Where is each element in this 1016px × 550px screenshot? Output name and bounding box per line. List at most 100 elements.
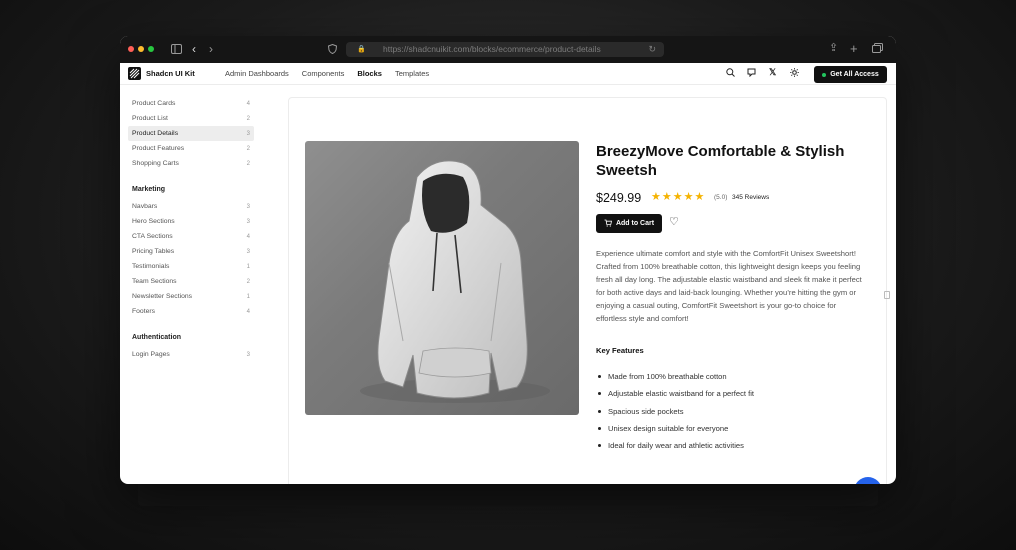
brand-name[interactable]: Shadcn UI Kit	[146, 69, 195, 78]
resize-handle[interactable]	[884, 291, 890, 299]
reload-icon[interactable]: ↻	[648, 42, 656, 57]
list-item: Made from 100% breathable cotton	[596, 368, 754, 385]
star-icon: ★	[651, 191, 661, 203]
hoodie-illustration	[360, 160, 550, 403]
sidebar-item-count: 4	[246, 233, 250, 240]
product-image[interactable]	[305, 141, 579, 415]
sidebar-item-count: 3	[246, 248, 250, 255]
add-to-cart-label: Add to Cart	[615, 220, 655, 227]
sidebar-item-label: Navbars	[132, 203, 158, 210]
reviews-link[interactable]: 345 Reviews	[732, 194, 769, 201]
tabs-overview-icon[interactable]	[872, 43, 883, 56]
blocks-sidebar: Product Cards 4 Product List 2 Product Det…	[128, 96, 254, 362]
sidebar-item-count: 3	[246, 218, 250, 225]
key-features-heading: Key Features	[596, 346, 644, 355]
rating-stars: ★ ★ ★ ★ ★	[651, 192, 704, 203]
list-item: Adjustable elastic waistband for a perfe…	[596, 385, 754, 402]
sidebar-item-count: 1	[246, 263, 250, 270]
sidebar-item-newsletter-sections[interactable]: Newsletter Sections 1	[128, 289, 254, 304]
sidebar-item-testimonials[interactable]: Testimonials 1	[128, 259, 254, 274]
back-icon[interactable]: ‹	[192, 43, 196, 55]
sidebar-item-label: Product Features	[132, 145, 185, 152]
sidebar-item-count: 3	[246, 203, 250, 210]
window-controls	[128, 46, 154, 52]
sidebar-item-hero-sections[interactable]: Hero Sections 3	[128, 214, 254, 229]
sidebar-item-label: Footers	[132, 308, 156, 315]
sidebar-item-label: Shopping Carts	[132, 160, 179, 167]
x-twitter-icon[interactable]: 𝕏	[769, 68, 776, 77]
github-icon[interactable]	[747, 68, 756, 79]
sidebar-item-product-features[interactable]: Product Features 2	[128, 141, 254, 156]
sidebar-item-cta-sections[interactable]: CTA Sections 4	[128, 229, 254, 244]
cta-label: Get All Access	[830, 71, 879, 78]
sidebar-item-product-list[interactable]: Product List 2	[128, 111, 254, 126]
list-item: Ideal for daily wear and athletic activi…	[596, 437, 754, 454]
sidebar-item-product-cards[interactable]: Product Cards 4	[128, 96, 254, 111]
sidebar-item-navbars[interactable]: Navbars 3	[128, 199, 254, 214]
browser-window: ‹ › 🔒 https://shadcnuikit.com/blocks/eco…	[120, 36, 896, 484]
sidebar-item-label: Login Pages	[132, 351, 170, 358]
new-tab-icon[interactable]: +	[850, 42, 858, 55]
close-window-button[interactable]	[128, 46, 134, 52]
sidebar-item-count: 2	[246, 145, 250, 152]
sidebar-item-pricing-tables[interactable]: Pricing Tables 3	[128, 244, 254, 259]
sidebar-item-shopping-carts[interactable]: Shopping Carts 2	[128, 156, 254, 171]
key-features-list: Made from 100% breathable cotton Adjusta…	[596, 368, 754, 454]
product-price: $249.99	[596, 191, 642, 205]
search-icon[interactable]	[726, 68, 735, 79]
forward-icon[interactable]: ›	[209, 43, 213, 55]
sidebar-item-label: CTA Sections	[132, 233, 173, 240]
nav-components[interactable]: Components	[302, 69, 345, 78]
sidebar-item-count: 4	[246, 100, 250, 107]
site-header: Shadcn UI Kit Admin Dashboards Component…	[120, 63, 896, 85]
list-item: Unisex design suitable for everyone	[596, 420, 754, 437]
sidebar-item-login-pages[interactable]: Login Pages 3	[128, 347, 254, 362]
sidebar-item-count: 3	[246, 130, 250, 137]
minimize-window-button[interactable]	[138, 46, 144, 52]
sidebar-heading-marketing: Marketing	[132, 185, 166, 193]
sidebar-item-label: Hero Sections	[132, 218, 175, 225]
sidebar-item-count: 1	[246, 293, 250, 300]
sidebar-item-label: Team Sections	[132, 278, 177, 285]
rating-value: (5.0)	[714, 194, 728, 201]
sidebar-item-label: Pricing Tables	[132, 248, 175, 255]
add-to-cart-button[interactable]: Add to Cart	[596, 214, 662, 233]
main-nav: Admin Dashboards Components Blocks Templ…	[225, 69, 429, 78]
nav-admin-dashboards[interactable]: Admin Dashboards	[225, 69, 289, 78]
star-icon: ★	[683, 191, 694, 203]
nav-blocks[interactable]: Blocks	[357, 69, 382, 78]
sidebar-item-product-details[interactable]: Product Details 3	[128, 126, 254, 141]
sidebar-item-label: Product Details	[132, 130, 179, 137]
sidebar-item-label: Product Cards	[132, 100, 176, 107]
star-icon: ★	[661, 191, 672, 203]
sidebar-item-count: 2	[246, 115, 250, 122]
status-dot-icon	[822, 72, 827, 77]
shield-icon[interactable]	[327, 43, 338, 57]
sidebar-item-label: Newsletter Sections	[132, 293, 193, 300]
sidebar-item-footers[interactable]: Footers 4	[128, 304, 254, 319]
sidebar-toggle-icon[interactable]	[171, 44, 182, 57]
list-item: Spacious side pockets	[596, 403, 754, 420]
share-icon[interactable]: ⇪	[829, 43, 838, 54]
theme-toggle-icon[interactable]	[790, 68, 799, 79]
sidebar-item-count: 3	[246, 351, 250, 358]
logo-icon[interactable]	[128, 67, 141, 80]
browser-toolbar: ‹ › 🔒 https://shadcnuikit.com/blocks/eco…	[120, 36, 896, 63]
url-text: https://shadcnuikit.com/blocks/ecommerce…	[383, 44, 601, 54]
sidebar-item-count: 4	[246, 308, 250, 315]
cart-icon	[604, 219, 612, 229]
get-all-access-button[interactable]: Get All Access	[814, 66, 887, 83]
star-icon: ★	[694, 191, 705, 203]
sidebar-item-count: 2	[246, 160, 250, 167]
wishlist-heart-icon[interactable]: ♡	[669, 217, 679, 228]
nav-templates[interactable]: Templates	[395, 69, 429, 78]
product-description: Experience ultimate comfort and style wi…	[596, 249, 862, 324]
star-icon: ★	[672, 191, 683, 203]
maximize-window-button[interactable]	[148, 46, 154, 52]
address-bar[interactable]: 🔒 https://shadcnuikit.com/blocks/ecommer…	[346, 42, 664, 57]
sidebar-item-team-sections[interactable]: Team Sections 2	[128, 274, 254, 289]
sidebar-item-label: Testimonials	[132, 263, 170, 270]
lock-icon: 🔒	[357, 46, 366, 53]
product-title: BreezyMove Comfortable & Stylish Sweetsh	[596, 143, 845, 179]
sidebar-item-label: Product List	[132, 115, 168, 122]
